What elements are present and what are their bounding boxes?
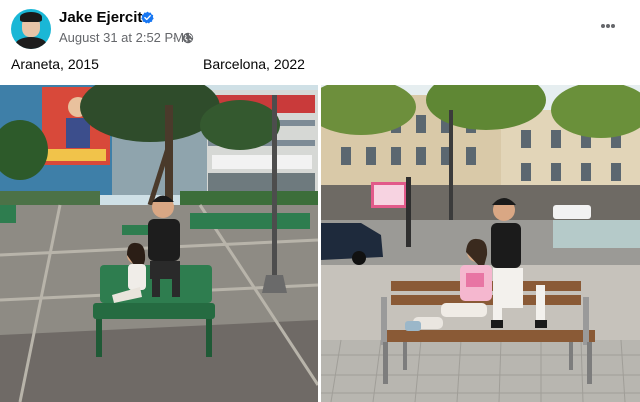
post-header: Jake Ejercito August 31 at 2:52 PM · [0, 0, 640, 56]
more-options-icon[interactable] [594, 14, 622, 38]
avatar-shirt [15, 37, 47, 49]
photo-araneta-2015[interactable] [0, 85, 318, 402]
post-timestamp[interactable]: August 31 at 2:52 PM [59, 30, 184, 45]
avatar-hair [20, 12, 42, 22]
verified-badge-icon [141, 11, 154, 24]
globe-icon[interactable] [182, 32, 194, 44]
more-dot [601, 24, 605, 28]
barcelona-scene [321, 85, 640, 402]
meta-separator: · [172, 30, 177, 45]
caption-araneta: Araneta, 2015 [11, 56, 99, 72]
araneta-scene [0, 85, 318, 402]
caption-barcelona: Barcelona, 2022 [203, 56, 305, 72]
author-avatar[interactable] [11, 9, 51, 49]
more-dot [606, 24, 610, 28]
photo-barcelona-2022[interactable] [321, 85, 640, 402]
more-dot [611, 24, 615, 28]
author-name[interactable]: Jake Ejercito [59, 9, 152, 26]
